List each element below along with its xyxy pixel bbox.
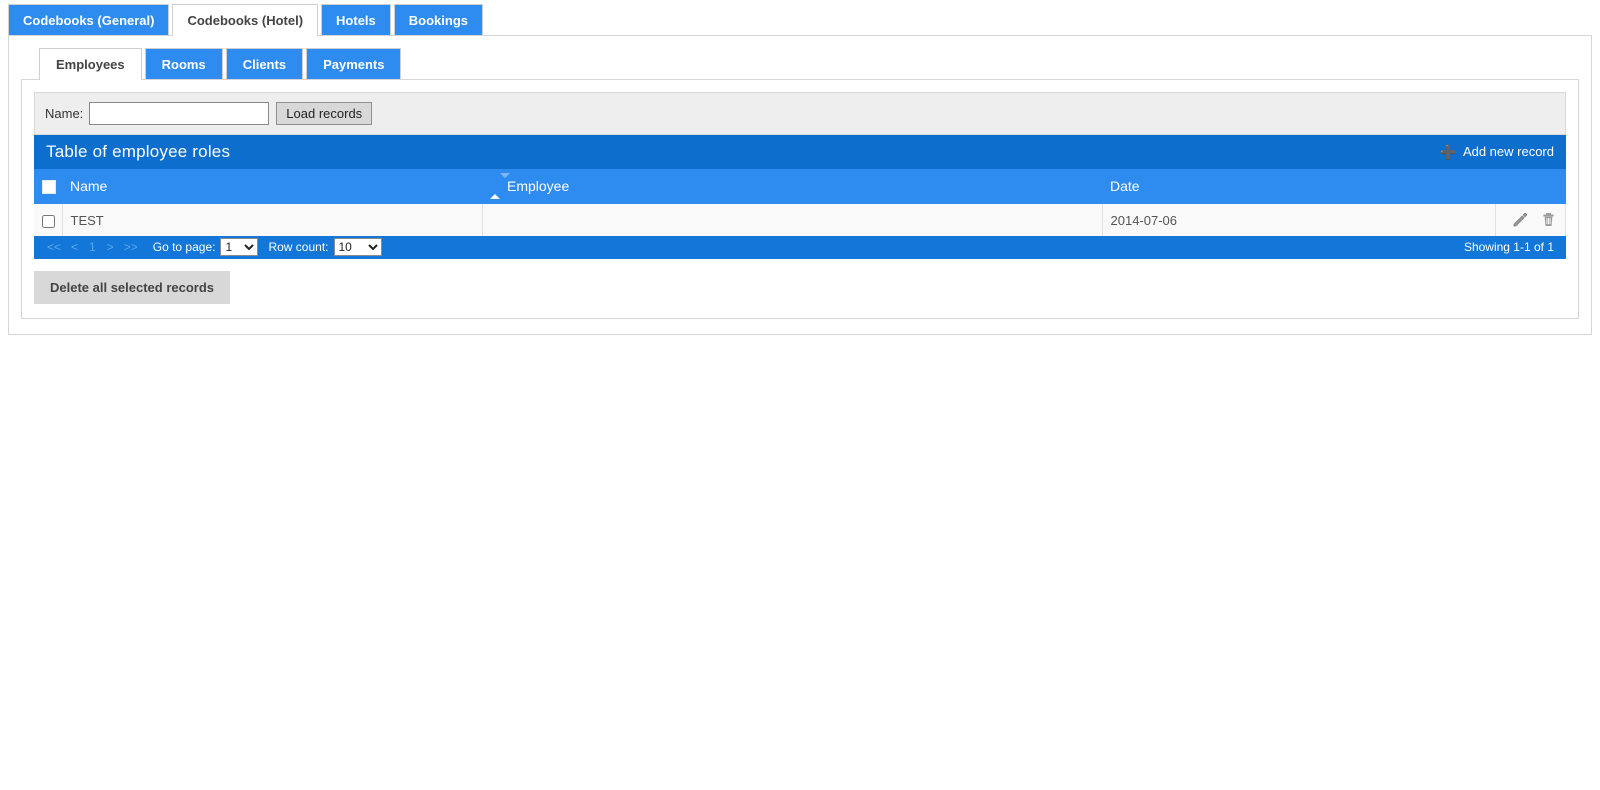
cell-employee <box>482 204 1103 236</box>
column-header-name[interactable]: Name <box>62 169 482 204</box>
column-header-employee[interactable]: Employee <box>482 169 1102 204</box>
employee-roles-table: Name Employee Date TEST 2014-07-06 <box>34 169 1566 236</box>
name-filter-label: Name: <box>45 106 84 121</box>
tab-label: Bookings <box>408 13 468 28</box>
column-header-date-label: Date <box>1110 178 1140 194</box>
row-select-cell <box>34 204 63 236</box>
grid-title: Table of employee roles <box>46 141 231 161</box>
codebooks-hotel-panel: Employees Rooms Clients Payments Name: L… <box>8 35 1592 335</box>
table-row: TEST 2014-07-06 <box>34 204 1566 236</box>
row-count-select[interactable]: 10 <box>333 238 382 256</box>
last-page-button[interactable]: >> <box>119 240 143 254</box>
next-page-button[interactable]: > <box>102 240 119 254</box>
tab-bookings[interactable]: Bookings <box>393 4 483 36</box>
cell-actions <box>1495 204 1566 236</box>
grid-header: Table of employee roles ➕ Add new record <box>34 135 1566 169</box>
goto-page-select[interactable]: 1 <box>220 238 259 256</box>
goto-page-label: Go to page: <box>152 240 216 254</box>
tab-rooms[interactable]: Rooms <box>144 48 223 80</box>
tab-codebooks-hotel[interactable]: Codebooks (Hotel) <box>172 4 319 36</box>
select-all-header <box>34 169 62 204</box>
table-header-row: Name Employee Date <box>34 169 1566 204</box>
page-number-1[interactable]: 1 <box>83 240 102 254</box>
cell-date: 2014-07-06 <box>1102 204 1496 236</box>
select-all-checkbox[interactable] <box>42 180 56 195</box>
plus-icon: ➕ <box>1439 143 1457 160</box>
tab-hotels[interactable]: Hotels <box>321 4 391 36</box>
row-select-checkbox[interactable] <box>42 214 55 228</box>
row-count-label: Row count: <box>268 240 329 254</box>
employees-tab-panel: Name: Load records Table of employee rol… <box>21 79 1579 319</box>
tab-employees[interactable]: Employees <box>39 48 142 80</box>
name-filter-input[interactable] <box>89 102 270 125</box>
load-records-button[interactable]: Load records <box>276 102 373 125</box>
pagination-controls: << < 1 > >> Go to page: 1 Row count: 10 <box>42 238 382 256</box>
first-page-button[interactable]: << <box>42 240 66 254</box>
column-header-date[interactable]: Date <box>1102 169 1496 204</box>
tab-label: Payments <box>323 57 385 72</box>
tab-label: Codebooks (General) <box>23 13 155 28</box>
sort-control-employee[interactable]: Employee <box>490 173 570 199</box>
add-new-record-link[interactable]: ➕ Add new record <box>1440 144 1555 159</box>
tab-clients[interactable]: Clients <box>225 48 304 80</box>
pagination-bar: << < 1 > >> Go to page: 1 Row count: 10 … <box>34 236 1566 259</box>
tab-label: Codebooks (Hotel) <box>187 13 304 28</box>
filter-bar: Name: Load records <box>34 92 1566 135</box>
tab-label: Rooms <box>161 57 206 72</box>
tab-label: Employees <box>56 57 125 72</box>
column-header-actions <box>1495 169 1566 204</box>
secondary-tab-bar: Employees Rooms Clients Payments <box>21 46 1579 80</box>
tab-label: Hotels <box>336 13 376 28</box>
primary-tab-bar: Codebooks (General) Codebooks (Hotel) Ho… <box>0 0 1600 36</box>
tab-label: Clients <box>242 57 287 72</box>
edit-icon[interactable] <box>1509 211 1529 229</box>
tab-codebooks-general[interactable]: Codebooks (General) <box>8 4 170 36</box>
delete-icon[interactable] <box>1537 211 1557 229</box>
previous-page-button[interactable]: < <box>66 240 83 254</box>
showing-status: Showing 1-1 of 1 <box>1463 240 1554 254</box>
column-header-name-label: Name <box>70 178 108 194</box>
delete-all-selected-button[interactable]: Delete all selected records <box>34 271 231 304</box>
tab-payments[interactable]: Payments <box>306 48 402 80</box>
column-header-employee-label: Employee <box>507 178 570 194</box>
cell-name: TEST <box>62 204 483 236</box>
add-new-record-label: Add new record <box>1462 144 1554 159</box>
